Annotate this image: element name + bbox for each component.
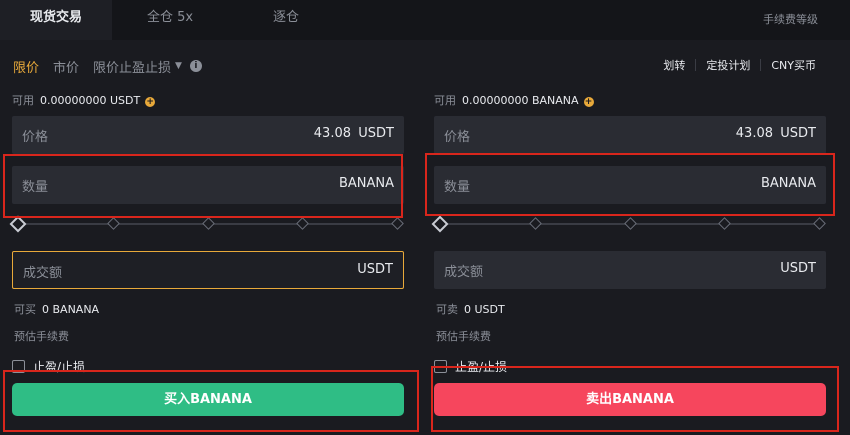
quantity-unit: BANANA xyxy=(338,176,394,191)
slider-mark[interactable] xyxy=(296,217,309,230)
sell-quantity-field[interactable]: 数量 BANANA xyxy=(434,166,826,204)
slider-handle[interactable] xyxy=(431,215,449,233)
can-buy-value: 0 BANANA xyxy=(42,303,100,316)
sell-percent-slider[interactable] xyxy=(431,215,826,233)
tab-cross-margin[interactable]: 全仓 5x xyxy=(112,0,228,40)
price-unit: USDT xyxy=(780,126,816,141)
transfer-link[interactable]: 划转 xyxy=(653,57,695,73)
tpsl-label: 止盈/止损 xyxy=(33,360,86,374)
sell-total-field[interactable]: 成交额 USDT xyxy=(434,251,826,289)
plus-icon[interactable]: + xyxy=(145,97,156,107)
total-unit: USDT xyxy=(780,261,816,276)
available-value: 0.00000000 BANANA xyxy=(462,94,579,107)
buy-fee-label: 预估手续费 xyxy=(14,330,69,343)
caret-down-icon[interactable]: ▼ xyxy=(175,61,182,71)
quantity-unit: BANANA xyxy=(760,176,816,191)
total-label: 成交额 xyxy=(444,265,484,280)
info-icon[interactable]: i xyxy=(189,60,202,72)
buy-max-amount: 可买 0 BANANA xyxy=(14,301,99,317)
tpsl-checkbox[interactable] xyxy=(12,360,25,373)
slider-mark[interactable] xyxy=(107,217,120,230)
price-label: 价格 xyxy=(22,130,49,145)
order-type-selector: 限价 市价 限价止盈止损 ▼ i xyxy=(13,56,202,76)
tpsl-label: 止盈/止损 xyxy=(455,360,508,374)
sell-max-amount: 可卖 0 USDT xyxy=(436,301,505,317)
buy-price-field[interactable]: 价格 43.08 USDT xyxy=(12,116,404,154)
slider-mark[interactable] xyxy=(813,217,826,230)
total-label: 成交额 xyxy=(23,266,63,281)
available-value: 0.00000000 USDT xyxy=(40,94,141,107)
tab-isolated-margin[interactable]: 逐仓 xyxy=(228,0,344,40)
fee-tier-link[interactable]: 手续费等级 xyxy=(763,11,818,27)
price-value: 43.08 xyxy=(735,126,773,141)
order-type-stop-limit[interactable]: 限价止盈止损 xyxy=(93,57,171,76)
sell-available: 可用 0.00000000 BANANA + xyxy=(434,92,594,108)
can-sell-value: 0 USDT xyxy=(464,303,505,316)
recurring-plan-link[interactable]: 定投计划 xyxy=(696,57,760,73)
buy-total-field[interactable]: 成交额 USDT xyxy=(12,251,404,289)
plus-icon[interactable]: + xyxy=(583,97,594,107)
cny-buy-link[interactable]: CNY买币 xyxy=(761,57,826,73)
order-type-market[interactable]: 市价 xyxy=(53,57,79,76)
sell-button[interactable]: 卖出BANANA xyxy=(434,383,826,416)
price-value: 43.08 xyxy=(313,126,351,141)
tab-spot[interactable]: 现货交易 xyxy=(0,0,112,40)
tab-bar: 现货交易 全仓 5x 逐仓 手续费等级 xyxy=(0,0,850,40)
buy-quantity-field[interactable]: 数量 BANANA xyxy=(12,166,404,204)
available-label: 可用 xyxy=(12,94,34,107)
total-unit: USDT xyxy=(357,262,393,277)
price-label: 价格 xyxy=(444,130,471,145)
slider-mark[interactable] xyxy=(624,217,637,230)
slider-mark[interactable] xyxy=(202,217,215,230)
available-label: 可用 xyxy=(434,94,456,107)
quantity-label: 数量 xyxy=(444,180,471,195)
sell-price-field[interactable]: 价格 43.08 USDT xyxy=(434,116,826,154)
buy-available: 可用 0.00000000 USDT + xyxy=(12,92,156,108)
tpsl-checkbox[interactable] xyxy=(434,360,447,373)
slider-mark[interactable] xyxy=(529,217,542,230)
can-sell-label: 可卖 xyxy=(436,303,458,316)
slider-mark[interactable] xyxy=(718,217,731,230)
slider-handle[interactable] xyxy=(9,215,27,233)
price-unit: USDT xyxy=(358,126,394,141)
order-type-limit[interactable]: 限价 xyxy=(13,57,39,76)
can-buy-label: 可买 xyxy=(14,303,36,316)
top-links: 划转 定投计划 CNY买币 xyxy=(653,57,826,73)
quantity-label: 数量 xyxy=(22,180,49,195)
sell-fee-label: 预估手续费 xyxy=(436,330,491,343)
slider-mark[interactable] xyxy=(391,217,404,230)
buy-tpsl-row: 止盈/止损 xyxy=(12,358,85,375)
buy-percent-slider[interactable] xyxy=(9,215,404,233)
buy-button[interactable]: 买入BANANA xyxy=(12,383,404,416)
sell-tpsl-row: 止盈/止损 xyxy=(434,358,507,375)
